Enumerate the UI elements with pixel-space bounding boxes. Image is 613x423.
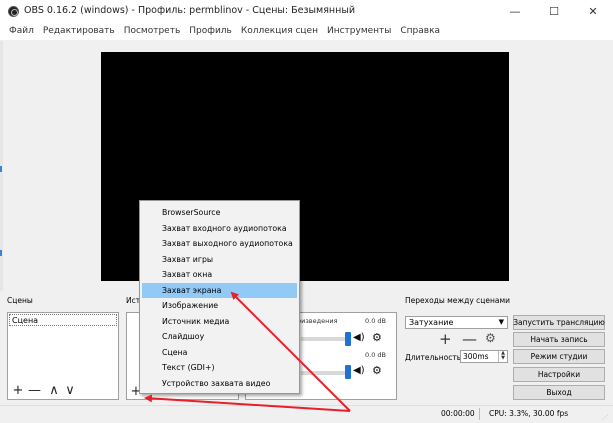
volume-slider-track[interactable]	[301, 337, 349, 341]
window-title: OBS 0.16.2 (windows) - Профиль: permblin…	[24, 5, 356, 16]
gear-icon[interactable]: ⚙	[372, 364, 382, 377]
studio-mode-button[interactable]: Режим студии	[513, 349, 605, 364]
menu-item-text-gdi[interactable]: Текст (GDI+)	[142, 360, 297, 375]
left-edge-marker	[0, 166, 2, 172]
status-cpu: CPU: 3.3%, 30.00 fps	[489, 409, 569, 418]
menu-help[interactable]: Справка	[396, 23, 445, 40]
duration-spinner[interactable]: ▲ ▼	[498, 351, 507, 362]
menu-item-audio-output-capture[interactable]: Захват выходного аудиопотока	[142, 236, 297, 251]
mixer-channel-db: 0.0 dB	[365, 317, 386, 325]
speaker-icon[interactable]: ◀)	[353, 365, 365, 376]
move-scene-up-button[interactable]: ∧	[48, 384, 60, 397]
menu-scene-collection[interactable]: Коллекция сцен	[237, 23, 323, 40]
start-stream-button[interactable]: Запустить трансляцию	[513, 315, 605, 330]
menu-item-audio-input-capture[interactable]: Захват входного аудиопотока	[142, 221, 297, 236]
menu-item-media-source[interactable]: Источник медиа	[142, 314, 297, 329]
remove-scene-button[interactable]: —	[28, 384, 41, 397]
menu-edit[interactable]: Редактировать	[39, 23, 120, 40]
volume-slider-track[interactable]	[301, 371, 349, 375]
add-transition-button[interactable]: +	[439, 330, 452, 348]
sources-label: Ист	[126, 296, 141, 305]
menu-item-image[interactable]: Изображение	[142, 298, 297, 313]
menu-item-window-capture[interactable]: Захват окна	[142, 267, 297, 282]
obs-app-icon	[8, 6, 19, 17]
gear-icon[interactable]: ⚙	[485, 331, 496, 345]
scenes-toolbar: + — ∧ ∨	[12, 384, 76, 397]
add-scene-button[interactable]: +	[12, 384, 24, 397]
mixer-channel-db: 0.0 dB	[365, 351, 386, 359]
menu-view[interactable]: Посмотреть	[120, 23, 186, 40]
close-button[interactable]: ✕	[575, 0, 611, 23]
settings-button[interactable]: Настройки	[513, 367, 605, 382]
title-bar: OBS 0.16.2 (windows) - Профиль: permblin…	[0, 0, 613, 23]
volume-slider-handle[interactable]	[345, 365, 351, 379]
chevron-down-icon: ▼	[498, 318, 504, 326]
menu-tools[interactable]: Инструменты	[323, 23, 396, 40]
spin-down-icon[interactable]: ▼	[499, 356, 507, 361]
status-bar: 00:00:00 CPU: 3.3%, 30.00 fps ⋰	[0, 405, 613, 423]
volume-slider-handle[interactable]	[345, 332, 351, 346]
transition-select[interactable]: Затухание ▼	[405, 316, 508, 329]
transition-selected-value: Затухание	[409, 318, 454, 327]
menu-item-display-capture[interactable]: Захват экрана	[142, 283, 297, 299]
menu-item-game-capture[interactable]: Захват игры	[142, 252, 297, 267]
left-edge-marker	[0, 250, 2, 256]
scenes-label: Сцены	[7, 296, 33, 305]
duration-value: 300ms	[463, 352, 489, 361]
gear-icon[interactable]: ⚙	[372, 331, 382, 344]
scenes-list[interactable]: Сцена + — ∧ ∨	[7, 312, 119, 400]
status-time: 00:00:00	[441, 409, 475, 418]
remove-transition-button[interactable]: —	[462, 330, 477, 348]
status-separator	[479, 408, 480, 420]
minimize-button[interactable]: —	[497, 0, 533, 23]
menu-file[interactable]: Файл	[5, 23, 39, 40]
maximize-button[interactable]: ☐	[536, 0, 572, 23]
menu-profile[interactable]: Профиль	[185, 23, 237, 40]
add-source-context-menu: BrowserSource Захват входного аудиопоток…	[139, 200, 300, 394]
resize-grip-icon[interactable]: ⋰	[602, 414, 608, 421]
menu-item-scene[interactable]: Сцена	[142, 345, 297, 360]
scene-item[interactable]: Сцена	[9, 314, 117, 326]
transitions-label: Переходы между сценами	[405, 296, 511, 305]
menu-item-browser-source[interactable]: BrowserSource	[142, 205, 297, 220]
duration-input[interactable]: 300ms ▲ ▼	[460, 350, 508, 363]
speaker-icon[interactable]: ◀)	[353, 332, 365, 343]
menu-item-slideshow[interactable]: Слайдшоу	[142, 329, 297, 344]
exit-button[interactable]: Выход	[513, 385, 605, 400]
move-scene-down-button[interactable]: ∨	[64, 384, 76, 397]
start-recording-button[interactable]: Начать запись	[513, 332, 605, 347]
menu-item-video-capture-device[interactable]: Устройство захвата видео	[142, 376, 297, 391]
duration-label: Длительность	[405, 353, 462, 362]
menu-bar: Файл Редактировать Посмотреть Профиль Ко…	[0, 23, 613, 40]
